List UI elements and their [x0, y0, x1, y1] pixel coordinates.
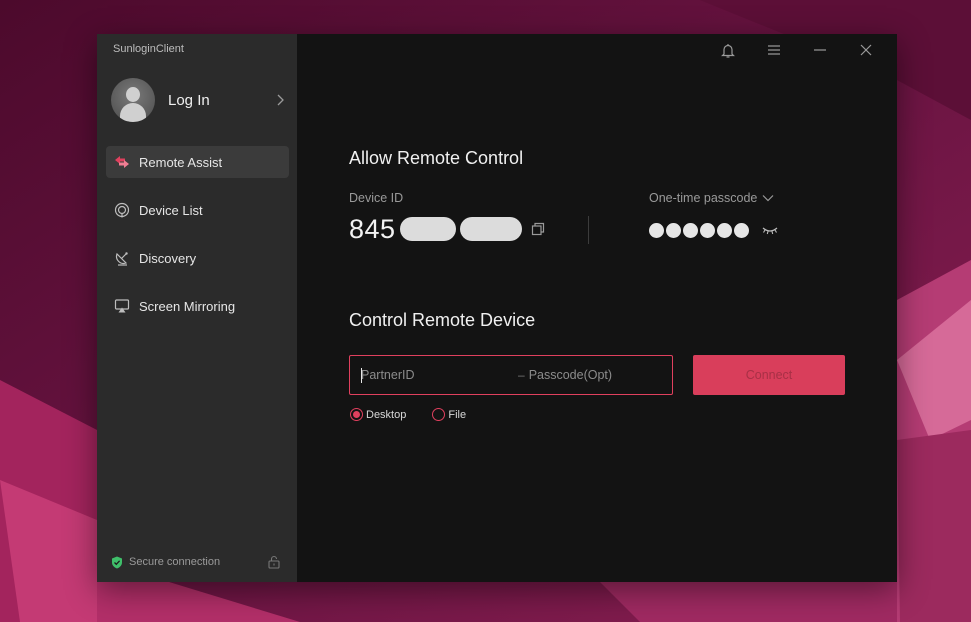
passcode-type-dropdown[interactable]: One-time passcode: [649, 191, 774, 205]
sidebar-item-label: Device List: [139, 202, 203, 218]
close-icon: [860, 44, 872, 56]
screen-mirroring-icon: [114, 298, 130, 314]
sidebar-nav: Remote Assist Device List Discovery Scre…: [106, 146, 289, 338]
menu-icon: [768, 45, 780, 55]
bell-icon: [721, 43, 735, 58]
mode-file-radio[interactable]: File: [432, 408, 466, 421]
sidebar-item-label: Screen Mirroring: [139, 298, 236, 314]
copy-icon[interactable]: [530, 221, 546, 237]
mode-label: Desktop: [366, 408, 407, 421]
shield-check-icon: [112, 556, 122, 568]
menu-button[interactable]: [751, 40, 797, 60]
input-separator: –: [518, 368, 525, 382]
partner-id-input[interactable]: [350, 356, 518, 394]
minimize-icon: [814, 49, 826, 51]
sidebar: SunloginClient Log In Remote Assist Devi…: [97, 34, 297, 582]
sidebar-item-label: Remote Assist: [139, 154, 223, 170]
chevron-right-icon: [277, 94, 284, 106]
redacted-id-segment: [459, 217, 522, 241]
device-id-value: 845: [349, 212, 546, 246]
login-button[interactable]: Log In: [111, 78, 285, 122]
passcode-dot: [649, 223, 664, 238]
remote-passcode-input[interactable]: [524, 356, 690, 394]
device-id-number: 845: [349, 213, 396, 244]
device-id-label: Device ID: [349, 191, 404, 205]
minimize-button[interactable]: [797, 40, 843, 60]
allow-remote-control-title: Allow Remote Control: [349, 148, 524, 168]
remote-assist-icon: [114, 154, 130, 170]
control-remote-device-title: Control Remote Device: [349, 310, 536, 330]
radio-unselected-icon: [432, 408, 446, 421]
login-label: Log In: [168, 91, 210, 109]
app-title: SunloginClient: [113, 43, 184, 55]
connection-status: Secure connection: [111, 554, 281, 570]
sidebar-item-device-list[interactable]: Device List: [106, 194, 289, 226]
sidebar-item-screen-mirroring[interactable]: Screen Mirroring: [106, 290, 289, 322]
mode-desktop-radio[interactable]: Desktop: [350, 408, 406, 421]
eye-closed-icon[interactable]: [761, 225, 779, 237]
chevron-down-icon: [762, 195, 774, 202]
redacted-id-segment: [399, 217, 456, 241]
titlebar-controls: [705, 40, 889, 60]
sidebar-item-discovery[interactable]: Discovery: [106, 242, 289, 274]
passcode-dot: [734, 223, 749, 238]
main-panel: Allow Remote Control Device ID 845 One-t…: [297, 34, 897, 582]
passcode-dot: [717, 223, 732, 238]
passcode-masked: [649, 223, 779, 238]
secure-connection-label: Secure connection: [129, 556, 221, 568]
unlock-icon[interactable]: [267, 555, 281, 569]
passcode-dot: [683, 223, 698, 238]
partner-input-group: –: [349, 355, 690, 395]
connect-button[interactable]: Connect: [693, 355, 845, 395]
passcode-dot: [700, 223, 715, 238]
avatar: [111, 78, 155, 122]
mode-label: File: [448, 408, 467, 421]
text-caret: [361, 368, 362, 383]
passcode-label: One-time passcode: [649, 191, 758, 205]
discovery-icon: [114, 250, 130, 266]
app-window: SunloginClient Log In Remote Assist Devi…: [97, 34, 897, 582]
close-button[interactable]: [843, 40, 889, 60]
sidebar-item-label: Discovery: [139, 250, 197, 266]
sidebar-item-remote-assist[interactable]: Remote Assist: [106, 146, 289, 178]
divider: [588, 216, 589, 244]
radio-selected-icon: [350, 408, 363, 421]
device-list-icon: [114, 202, 130, 218]
passcode-dot: [666, 223, 681, 238]
passcode-dots: [649, 223, 751, 238]
connection-mode-group: Desktop File: [350, 408, 492, 421]
notifications-button[interactable]: [705, 40, 751, 60]
